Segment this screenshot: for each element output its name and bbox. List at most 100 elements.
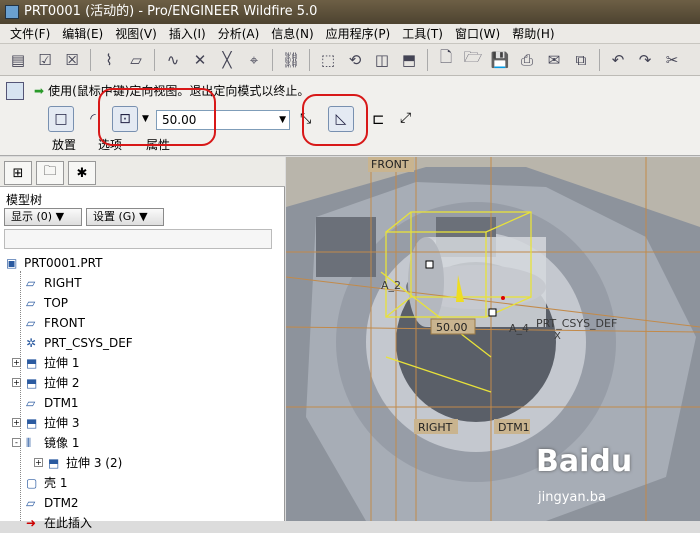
expand-toggle-icon[interactable]: + (12, 418, 21, 427)
folder-tab-icon[interactable]: 🗀 (36, 161, 64, 185)
axis-icon[interactable]: ╳ (215, 48, 239, 72)
tree-node[interactable]: + ⬒ 拉伸 3 (0, 413, 280, 433)
title-bar: PRT0001 (活动的) - Pro/ENGINEER Wildfire 5.… (0, 0, 700, 24)
menu-applications[interactable]: 应用程序(P) (320, 24, 397, 43)
tree-node-label: DTM2 (44, 496, 79, 510)
menu-info[interactable]: 信息(N) (265, 24, 319, 43)
datum-plane-icon: ▱ (26, 496, 36, 510)
dashboard: ➡ 使用(鼠标中键)定向视图。退出定向模式以终止。 □ ◜ ⊡ ▼ 50.00 ▼ … (0, 76, 700, 156)
datum-plane-icon: ▱ (26, 316, 36, 330)
tree-node-label: DTM1 (44, 396, 79, 410)
layer-icon[interactable]: ▤ (6, 48, 30, 72)
expand-toggle-icon[interactable]: + (12, 358, 21, 367)
panel-tabs: ⊞ 🗀 ✱ (0, 157, 285, 187)
graphics-viewport[interactable]: 50.00 RIGHT DTM1 FRONT PRT_CSYS_DEF A_2 … (286, 157, 700, 521)
menu-analysis[interactable]: 分析(A) (212, 24, 266, 43)
axis-label-a2: A_2 (381, 279, 401, 292)
menu-file[interactable]: 文件(F) (4, 24, 56, 43)
save-icon[interactable]: 💾 (488, 48, 512, 72)
tree-node[interactable]: ➜ 在此插入 (0, 513, 280, 533)
menu-view[interactable]: 视图(V) (109, 24, 163, 43)
annotation-circle-depth (98, 88, 216, 146)
csys-tool-icon[interactable]: ⌖ (242, 48, 266, 72)
orient-icon[interactable]: ⟲ (343, 48, 367, 72)
window-title: PRT0001 (活动的) - Pro/ENGINEER Wildfire 5.… (24, 4, 318, 19)
menu-tools[interactable]: 工具(T) (396, 24, 449, 43)
datum-label-front: FRONT (371, 158, 409, 171)
tree-node-label: 拉伸 3 (44, 416, 80, 430)
tree-node[interactable]: + ⬒ 拉伸 1 (0, 353, 280, 373)
toolbar-divider (154, 48, 155, 71)
tab-placement[interactable]: 放置 (52, 136, 76, 153)
model-tree-panel: ⊞ 🗀 ✱ 模型树 显示 (0) ▼ 设置 (G) ▼ ▣ PRT0001.PRT… (0, 157, 285, 530)
tree-node[interactable]: - ⫴ 镜像 1 (0, 433, 280, 453)
value-dropdown-icon[interactable]: ▼ (279, 111, 286, 129)
tree-node[interactable]: ▱ FRONT (0, 313, 280, 333)
watermark-site: jingyan.ba (538, 490, 606, 505)
tree-node[interactable]: ▱ DTM2 (0, 493, 280, 513)
expand-toggle-icon[interactable]: - (12, 438, 21, 447)
email-icon[interactable]: ✉ (542, 48, 566, 72)
insert-here-icon: ➜ (26, 516, 37, 530)
datum-label-dtm1: DTM1 (498, 421, 530, 434)
expand-toggle-icon[interactable]: + (12, 378, 21, 387)
toolbar-divider (599, 48, 600, 71)
cancel-icon[interactable]: ☒ (60, 48, 84, 72)
plane-icon[interactable]: ▱ (124, 48, 148, 72)
select-icon[interactable]: ⬚ (316, 48, 340, 72)
tree-node[interactable]: ▣ PRT0001.PRT (0, 253, 280, 273)
drag-handle[interactable] (488, 308, 497, 317)
point-icon[interactable]: ✕ (188, 48, 212, 72)
model-tree-tab-icon[interactable]: ⊞ (4, 161, 32, 185)
curve-icon[interactable]: ∿ (161, 48, 185, 72)
tree-node-label: FRONT (44, 316, 85, 330)
show-button[interactable]: 显示 (0) ▼ (4, 208, 82, 226)
tree-node[interactable]: ▱ DTM1 (0, 393, 280, 413)
tree-search-field[interactable] (4, 229, 272, 249)
print-icon[interactable]: ⎙ (515, 48, 539, 72)
part-icon: ▣ (6, 256, 18, 270)
open-icon[interactable]: 🗁 (461, 48, 485, 72)
tree-node-label: 镜像 1 (44, 436, 80, 450)
expand-toggle-icon[interactable]: + (34, 458, 43, 467)
tree-node-label: 壳 1 (44, 476, 68, 490)
tree-node[interactable]: + ⬒ 拉伸 3 (2) (0, 453, 280, 473)
settings-button[interactable]: 设置 (G) ▼ (86, 208, 164, 226)
query-icon[interactable]: ⬒ (397, 48, 421, 72)
tree-node[interactable]: ▱ RIGHT (0, 273, 280, 293)
baidu-watermark: Baidu (536, 444, 633, 479)
dashboard-pin-icon[interactable] (6, 82, 24, 100)
cut-icon[interactable]: ✂ (660, 48, 684, 72)
menu-insert[interactable]: 插入(I) (163, 24, 212, 43)
tree-node[interactable]: + ⬒ 拉伸 2 (0, 373, 280, 393)
drag-handle[interactable] (425, 260, 434, 269)
menu-window[interactable]: 窗口(W) (449, 24, 506, 43)
solid-icon[interactable]: □ (48, 106, 74, 132)
favorites-tab-icon[interactable]: ✱ (68, 161, 96, 185)
toolbar-divider (309, 48, 310, 71)
csys-icon: ✲ (26, 336, 37, 350)
sketch-icon[interactable]: ⌇ (97, 48, 121, 72)
model-canvas[interactable]: 50.00 RIGHT DTM1 FRONT PRT_CSYS_DEF A_2 … (286, 157, 700, 521)
tree-node[interactable]: ✲ PRT_CSYS_DEF (0, 333, 280, 353)
thicken-icon[interactable]: ⊏ (372, 110, 385, 128)
extrude-icon: ⬒ (26, 416, 38, 430)
extrude-icon: ⬒ (48, 456, 60, 470)
toolbar-divider (427, 48, 428, 71)
flip-material-icon[interactable]: ⤢ (400, 110, 411, 126)
app-icon (5, 5, 19, 19)
tree-node[interactable]: ▱ TOP (0, 293, 280, 313)
datum-plane-icon: ▱ (26, 396, 36, 410)
menu-edit[interactable]: 编辑(E) (56, 24, 109, 43)
view-icon[interactable]: ◫ (370, 48, 394, 72)
menu-help[interactable]: 帮助(H) (506, 24, 560, 43)
new-icon[interactable]: 🗋 (434, 48, 458, 72)
undo-icon[interactable]: ↶ (606, 48, 630, 72)
toolbar-divider (272, 48, 273, 71)
link-icon[interactable]: ⛓ (279, 48, 303, 72)
redo-icon[interactable]: ↷ (633, 48, 657, 72)
tree-node[interactable]: ▢ 壳 1 (0, 473, 280, 493)
copy-icon[interactable]: ⧉ (569, 48, 593, 72)
main-toolbar: ▤ ☑ ☒ ⌇ ▱ ∿ ✕ ╳ ⌖ ⛓ ⬚ ⟲ ◫ ⬒ 🗋 🗁 💾 ⎙ ✉ ⧉ … (0, 44, 700, 76)
accept-icon[interactable]: ☑ (33, 48, 57, 72)
